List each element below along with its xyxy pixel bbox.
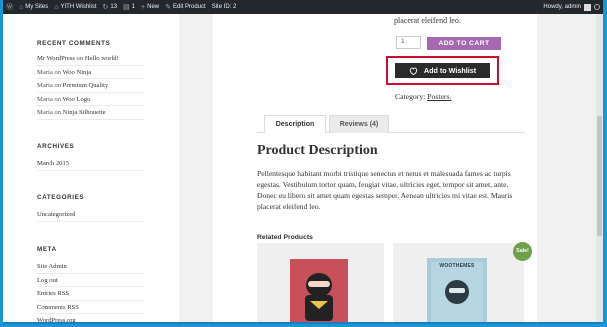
new-label: New [147,4,160,10]
site-id-label: Site ID: 2 [211,4,237,10]
comment-author: Maria [37,95,53,103]
poster-brand-text: WOOTHEMES [439,263,475,269]
wordpress-icon: Ⓦ [6,3,13,11]
sites-icon: ⌂ [19,3,24,11]
archives-title: ARCHIVES [37,143,75,150]
archives-list: March 2015 [37,157,145,171]
home-icon: ⌂ [54,3,59,11]
avatar[interactable] [584,3,591,11]
list-item: Uncategorized [37,208,145,222]
description-fragment: placerat eleifend leo. [394,16,461,25]
my-sites-label: My Sites [25,4,49,10]
recent-comments-title: RECENT COMMENTS [37,40,111,47]
edit-product-link[interactable]: ✎ Edit Product [165,4,206,11]
category-link[interactable]: Posters. [427,92,451,101]
site-name-label: YITH Wishlist [60,4,97,10]
on-text: on [54,109,61,116]
archive-link[interactable]: March 2015 [37,160,69,167]
scrollbar-thumb[interactable] [597,116,602,236]
categories-title: CATEGORIES [37,194,85,201]
list-item: Entries RSS [37,287,145,301]
on-text: on [54,82,61,89]
tab-reviews[interactable]: Reviews (4) [329,115,389,133]
comment-author-link[interactable]: Mr WordPress [37,55,75,62]
sale-badge: Sale! [513,242,532,261]
ninja-poster-image [290,259,348,322]
recent-comments-list: Mr WordPress on Hello world! Maria on Wo… [37,52,145,120]
tab-description[interactable]: Description [264,115,326,133]
categories-list: Uncategorized [37,208,145,222]
site-admin-link[interactable]: Site Admin [37,263,67,270]
comment-author: Maria [37,109,53,116]
howdy-user-link[interactable]: Howdy, admin [543,4,581,10]
site-id: Site ID: 2 [212,4,237,10]
meta-list: Site Admin Log out Entries RSS Comments … [37,260,145,322]
new-content-link[interactable]: + New [141,4,159,11]
product-content: placerat eleifend leo. 1 ADD TO CART Add… [213,14,537,322]
comments-rss-link[interactable]: Comments RSS [37,304,79,311]
comments-link[interactable]: ▤ 1 [123,4,135,11]
log-out-link[interactable]: Log out [37,277,58,284]
add-to-cart-button[interactable]: ADD TO CART [427,37,501,50]
meta-title: META [37,246,57,253]
add-to-wishlist-button[interactable]: Add to Wishlist [395,63,490,78]
plus-icon: + [141,3,146,11]
search-icon[interactable] [594,4,600,10]
description-title: Product Description [257,143,378,158]
admin-bar: Ⓦ ⌂ My Sites ⌂ YITH Wishlist ↻ 13 ▤ 1 + New ✎… [3,0,603,14]
edit-label: Edit Product [173,4,206,10]
list-item: Maria on Woo Logo [37,93,145,106]
comments-count: 1 [131,4,136,10]
list-item: WordPress.org [37,314,145,322]
list-item: Maria on Ninja Silhouette [37,106,145,120]
on-text: on [54,68,61,76]
my-sites-link[interactable]: ⌂ My Sites [19,4,48,11]
comment-post-link[interactable]: Ninja Silhouette [63,109,106,116]
comment-post-link[interactable]: Hello world! [85,55,119,62]
category-link[interactable]: Uncategorized [37,211,75,218]
list-item: Comments RSS [37,301,145,314]
site-name-link[interactable]: ⌂ YITH Wishlist [54,4,96,11]
comment-icon: ▤ [123,3,130,11]
related-products-title: Related Products [257,234,313,241]
entries-rss-link[interactable]: Entries RSS [37,290,69,297]
category-label: Category: [395,92,426,101]
comment-author: Maria [37,82,53,89]
wordpress-org-link[interactable]: WordPress.org [37,317,76,322]
list-item: March 2015 [37,157,145,171]
related-product-card[interactable] [257,243,384,322]
quantity-input[interactable]: 1 [396,36,421,49]
wordpress-logo-icon[interactable]: Ⓦ [6,4,13,11]
sidebar: RECENT COMMENTS Mr WordPress on Hello wo… [3,14,179,322]
updates-count: 13 [110,4,118,10]
list-item: Maria on Woo Ninja [37,66,145,79]
on-text: on [54,95,61,103]
list-item: Mr WordPress on Hello world! [37,52,145,66]
wishlist-label: Add to Wishlist [423,66,477,75]
scrollbar[interactable] [596,14,603,322]
pencil-icon: ✎ [165,3,171,11]
product-category: Category: Posters. [395,92,451,101]
related-product-card[interactable]: WOOTHEMES [393,243,524,322]
browser-frame: Ⓦ ⌂ My Sites ⌂ YITH Wishlist ↻ 13 ▤ 1 + New ✎… [3,0,603,324]
updates-link[interactable]: ↻ 13 [102,4,117,11]
updates-icon: ↻ [102,3,109,11]
list-item: Maria on Premium Quality [37,79,145,93]
comment-post-link[interactable]: Woo Ninja [63,69,92,76]
comment-post-link[interactable]: Premium Quality [63,82,109,89]
list-item: Log out [37,274,145,287]
on-text: on [76,55,84,62]
comment-post-link[interactable]: Woo Logo [63,96,91,103]
list-item: Site Admin [37,260,145,274]
heart-icon [409,67,418,75]
description-text: Pellentesque habitant morbi tristique se… [257,169,513,211]
page-background [179,14,215,322]
product-tabs: Description Reviews (4) [257,115,525,133]
comment-author: Maria [37,68,53,76]
